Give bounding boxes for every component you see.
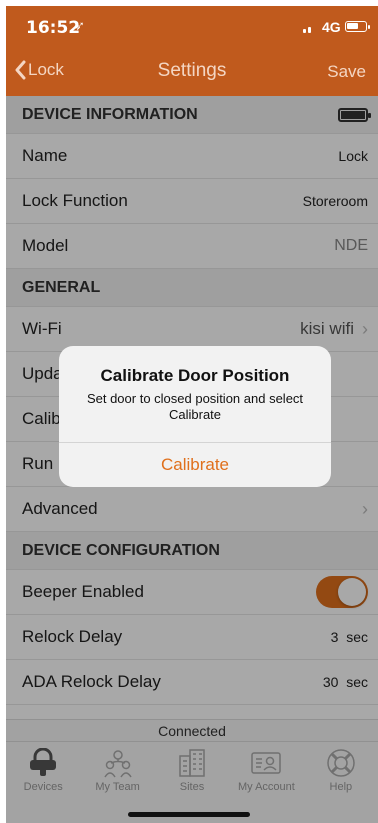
calibrate-alert-dialog: Calibrate Door Position Set door to clos… <box>59 346 331 487</box>
save-button[interactable]: Save <box>327 62 366 82</box>
status-battery-icon <box>345 21 370 32</box>
status-time: 16:52 <box>26 18 81 38</box>
home-indicator <box>128 812 250 817</box>
page-title: Settings <box>157 60 227 81</box>
status-bar: 16:52 ➶ 4G <box>6 6 378 129</box>
alert-title: Calibrate Door Position <box>100 366 290 385</box>
signal-icon <box>303 21 312 129</box>
navigation-bar: Lock Settings Save <box>6 46 378 96</box>
location-arrow-icon: ➶ <box>74 18 85 33</box>
alert-message: Set door to closed position and select C… <box>86 391 304 422</box>
network-type: 4G <box>322 19 341 35</box>
calibrate-button[interactable]: Calibrate <box>59 442 331 487</box>
